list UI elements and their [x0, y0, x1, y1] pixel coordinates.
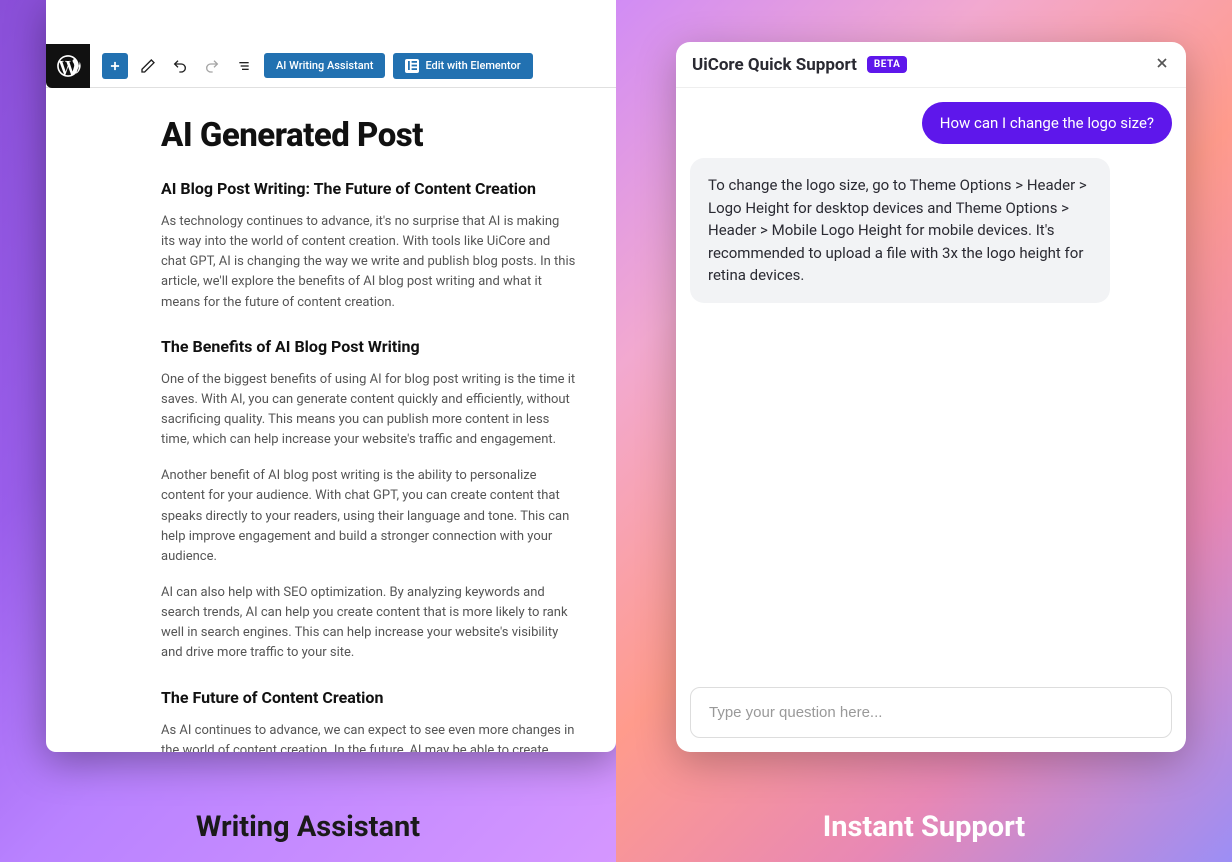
chat-window: UiCore Quick Support BETA How can I chan…: [676, 42, 1186, 752]
heading-intro[interactable]: AI Blog Post Writing: The Future of Cont…: [161, 179, 576, 198]
redo-button[interactable]: [200, 54, 224, 78]
edit-with-elementor-button[interactable]: Edit with Elementor: [393, 53, 532, 79]
beta-badge: BETA: [867, 56, 908, 73]
heading-benefits[interactable]: The Benefits of AI Blog Post Writing: [161, 337, 576, 356]
left-caption: Writing Assistant: [0, 810, 616, 844]
chat-input-area: [676, 673, 1186, 752]
editor-window: AI Writing Assistant Edit with Elementor…: [46, 0, 616, 752]
chat-title-group: UiCore Quick Support BETA: [692, 55, 907, 75]
wordpress-logo[interactable]: [46, 44, 90, 88]
left-panel: AI Writing Assistant Edit with Elementor…: [0, 0, 616, 862]
editor-content[interactable]: AI Generated Post AI Blog Post Writing: …: [46, 88, 616, 752]
elementor-button-label: Edit with Elementor: [425, 59, 520, 72]
paragraph[interactable]: One of the biggest benefits of using AI …: [161, 370, 576, 451]
ai-writing-assistant-button[interactable]: AI Writing Assistant: [264, 53, 385, 78]
add-block-button[interactable]: [102, 53, 128, 79]
post-title[interactable]: AI Generated Post: [161, 116, 576, 155]
paragraph[interactable]: As AI continues to advance, we can expec…: [161, 721, 576, 752]
undo-icon: [172, 58, 188, 74]
paragraph[interactable]: AI can also help with SEO optimization. …: [161, 583, 576, 664]
elementor-icon: [405, 59, 419, 73]
heading-future[interactable]: The Future of Content Creation: [161, 688, 576, 707]
chat-input[interactable]: [690, 687, 1172, 738]
list-icon: [236, 58, 252, 74]
chat-message-user: How can I change the logo size?: [922, 102, 1172, 144]
chat-body: How can I change the logo size? To chang…: [676, 88, 1186, 673]
pencil-icon: [140, 58, 156, 74]
undo-button[interactable]: [168, 54, 192, 78]
close-icon: [1154, 55, 1170, 71]
plus-icon: [108, 59, 122, 73]
document-outline-button[interactable]: [232, 54, 256, 78]
editor-toolbar: AI Writing Assistant Edit with Elementor: [46, 44, 616, 88]
right-caption: Instant Support: [616, 810, 1232, 844]
paragraph[interactable]: As technology continues to advance, it's…: [161, 212, 576, 313]
chat-message-bot: To change the logo size, go to Theme Opt…: [690, 158, 1110, 303]
paragraph[interactable]: Another benefit of AI blog post writing …: [161, 466, 576, 567]
wordpress-icon: [55, 53, 81, 79]
right-panel: UiCore Quick Support BETA How can I chan…: [616, 0, 1232, 862]
ai-button-label: AI Writing Assistant: [276, 59, 373, 72]
close-button[interactable]: [1154, 55, 1170, 75]
redo-icon: [204, 58, 220, 74]
chat-header: UiCore Quick Support BETA: [676, 42, 1186, 88]
chat-title: UiCore Quick Support: [692, 55, 857, 75]
edit-mode-button[interactable]: [136, 54, 160, 78]
